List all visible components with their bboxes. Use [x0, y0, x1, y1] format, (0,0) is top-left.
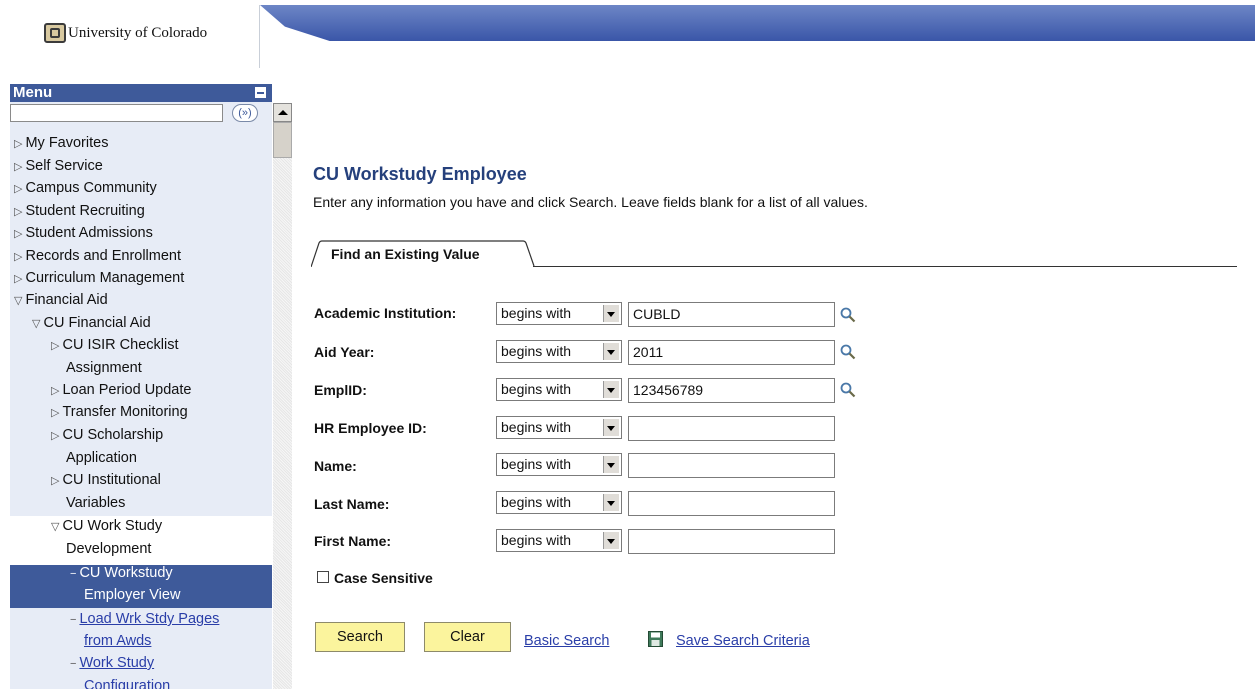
- menu-item-cu-scholarship[interactable]: ▷ CU Scholarship: [51, 427, 163, 445]
- menu-item-cu-isir-checklist[interactable]: ▷ CU ISIR Checklist: [51, 337, 179, 355]
- menu-item-curriculum-management[interactable]: ▷ Curriculum Management: [14, 270, 184, 288]
- menu-item-cu-scholarship-line2[interactable]: Application: [66, 450, 137, 467]
- dropdown-arrow-icon: [603, 494, 619, 511]
- aid-year-input[interactable]: 2011: [628, 340, 835, 365]
- menu-item-load-wrk-stdy-pages[interactable]: − Load Wrk Stdy Pages: [70, 611, 219, 629]
- hr-employee-id-input[interactable]: [628, 416, 835, 441]
- dropdown-arrow-icon: [603, 305, 619, 322]
- emplid-operator-select[interactable]: begins with: [496, 378, 622, 401]
- dropdown-arrow-icon: [603, 343, 619, 360]
- menu-item-cu-institutional[interactable]: ▷ CU Institutional: [51, 472, 161, 490]
- tab-find-existing-value-label[interactable]: Find an Existing Value: [331, 246, 480, 262]
- magnifier-icon[interactable]: [840, 344, 856, 360]
- menu-item-student-admissions[interactable]: ▷ Student Admissions: [14, 225, 153, 243]
- name-input[interactable]: [628, 453, 835, 478]
- menu-header: Menu: [10, 84, 272, 102]
- dropdown-arrow-icon: [603, 381, 619, 398]
- menu-item-cu-institutional-line2[interactable]: Variables: [66, 495, 125, 512]
- menu-title: Menu: [13, 84, 53, 101]
- header-banner: [260, 5, 1255, 41]
- first-name-operator-select[interactable]: begins with: [496, 529, 622, 552]
- menu-item-financial-aid[interactable]: ▽ Financial Aid: [14, 292, 108, 310]
- triangle-right-icon: ▷: [51, 385, 60, 397]
- name-operator-select[interactable]: begins with: [496, 453, 622, 476]
- save-search-criteria-link[interactable]: Save Search Criteria: [676, 633, 810, 649]
- name-label: Name:: [314, 458, 357, 474]
- last-name-input[interactable]: [628, 491, 835, 516]
- triangle-right-icon: ▷: [51, 430, 60, 442]
- dropdown-arrow-icon: [603, 532, 619, 549]
- menu-item-cu-financial-aid[interactable]: ▽ CU Financial Aid: [32, 315, 151, 333]
- menu-search-input[interactable]: [10, 104, 223, 122]
- scroll-up-button[interactable]: [273, 103, 292, 122]
- collapse-menu-icon[interactable]: [255, 87, 266, 98]
- basic-search-link[interactable]: Basic Search: [524, 633, 609, 649]
- tab-underline: [533, 266, 1237, 267]
- menu-search: (»): [10, 102, 272, 126]
- menu-item-cu-workstudy-employer-view[interactable]: − CU Workstudy: [70, 565, 173, 583]
- floppy-disk-icon[interactable]: [648, 631, 663, 647]
- hr-employee-id-label: HR Employee ID:: [314, 420, 427, 436]
- dash-icon: −: [70, 614, 77, 626]
- page-title: CU Workstudy Employee: [313, 164, 527, 184]
- emplid-label: EmplID:: [314, 382, 367, 398]
- last-name-operator-select[interactable]: begins with: [496, 491, 622, 514]
- triangle-right-icon: ▷: [51, 475, 60, 487]
- menu-item-my-favorites[interactable]: ▷ My Favorites: [14, 135, 108, 153]
- menu-item-cu-work-study-development-line2[interactable]: Development: [66, 541, 151, 558]
- menu-scrollbar[interactable]: [273, 103, 292, 689]
- aid-year-operator-select[interactable]: begins with: [496, 340, 622, 363]
- menu-item-cu-workstudy-employer-view-line2[interactable]: Employer View: [84, 587, 180, 604]
- triangle-right-icon: ▷: [14, 161, 23, 173]
- menu-item-work-study-configuration[interactable]: − Work Study: [70, 655, 154, 673]
- page-instructions: Enter any information you have and click…: [313, 194, 868, 210]
- menu-item-transfer-monitoring[interactable]: ▷ Transfer Monitoring: [51, 404, 188, 422]
- aid-year-label: Aid Year:: [314, 344, 375, 360]
- dash-icon: −: [70, 658, 77, 670]
- triangle-down-icon: ▽: [51, 521, 60, 533]
- scroll-thumb[interactable]: [273, 122, 292, 158]
- triangle-right-icon: ▷: [14, 273, 23, 285]
- dropdown-arrow-icon: [603, 456, 619, 473]
- dropdown-arrow-icon: [603, 419, 619, 436]
- triangle-right-icon: ▷: [14, 138, 23, 150]
- magnifier-icon[interactable]: [840, 307, 856, 323]
- cu-seal-icon: [44, 23, 66, 43]
- menu-item-campus-community[interactable]: ▷ Campus Community: [14, 180, 157, 198]
- dash-icon: −: [70, 568, 77, 580]
- academic-institution-label: Academic Institution:: [314, 305, 457, 321]
- logo-text: University of Colorado: [68, 25, 208, 41]
- triangle-right-icon: ▷: [14, 251, 23, 263]
- triangle-right-icon: ▷: [14, 206, 23, 218]
- academic-institution-operator-select[interactable]: begins with: [496, 302, 622, 325]
- menu-item-records-enrollment[interactable]: ▷ Records and Enrollment: [14, 248, 181, 266]
- academic-institution-input[interactable]: CUBLD: [628, 302, 835, 327]
- first-name-label: First Name:: [314, 533, 392, 549]
- search-button[interactable]: Search: [315, 622, 405, 652]
- triangle-right-icon: ▷: [14, 228, 23, 240]
- menu-item-cu-work-study-development[interactable]: ▽ CU Work Study: [51, 518, 162, 536]
- first-name-input[interactable]: [628, 529, 835, 554]
- side-menu: Menu (») ▷ My Favorites ▷ Self Service ▷ Ca…: [10, 84, 272, 689]
- university-logo: University of Colorado: [10, 5, 260, 68]
- menu-item-load-wrk-stdy-pages-line2[interactable]: from Awds: [84, 633, 151, 650]
- case-sensitive-label: Case Sensitive: [334, 570, 433, 586]
- menu-item-cu-isir-checklist-line2[interactable]: Assignment: [66, 360, 142, 377]
- clear-button[interactable]: Clear: [424, 622, 511, 652]
- menu-item-student-recruiting[interactable]: ▷ Student Recruiting: [14, 203, 145, 221]
- menu-item-work-study-configuration-line2[interactable]: Configuration: [84, 678, 170, 689]
- case-sensitive-checkbox[interactable]: [317, 571, 329, 583]
- menu-item-loan-period-update[interactable]: ▷ Loan Period Update: [51, 382, 191, 400]
- triangle-down-icon: ▽: [14, 295, 23, 307]
- magnifier-icon[interactable]: [840, 382, 856, 398]
- hr-employee-id-operator-select[interactable]: begins with: [496, 416, 622, 439]
- emplid-input[interactable]: 123456789: [628, 378, 835, 403]
- menu-item-self-service[interactable]: ▷ Self Service: [14, 158, 103, 176]
- last-name-label: Last Name:: [314, 496, 390, 512]
- triangle-right-icon: ▷: [51, 340, 60, 352]
- triangle-right-icon: ▷: [51, 407, 60, 419]
- triangle-down-icon: ▽: [32, 318, 41, 330]
- triangle-right-icon: ▷: [14, 183, 23, 195]
- menu-search-go-button[interactable]: (»): [232, 104, 258, 122]
